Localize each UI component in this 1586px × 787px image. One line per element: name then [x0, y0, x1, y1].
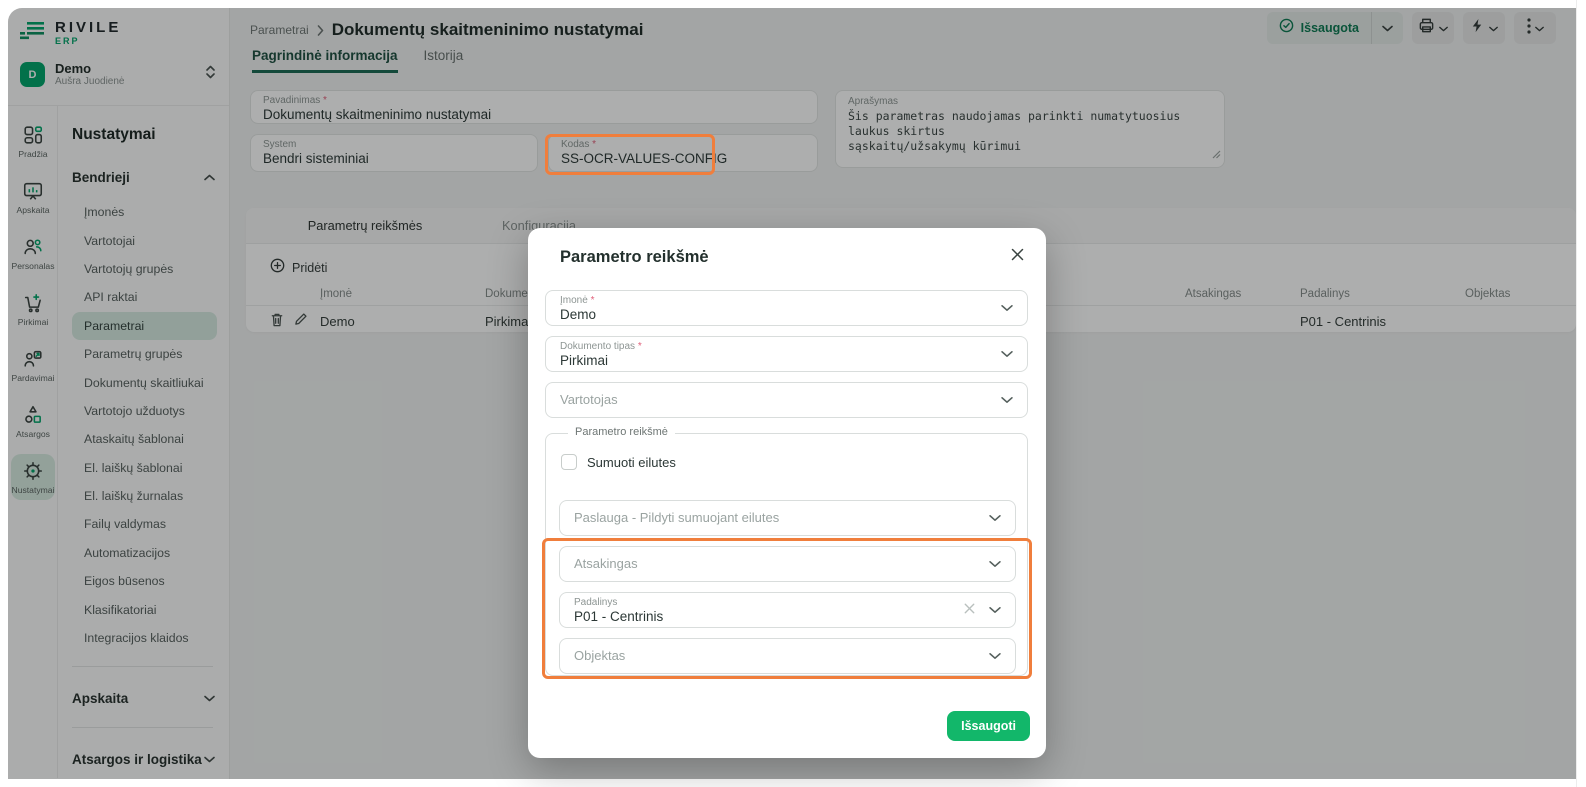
vartotojas-select[interactable]: Vartotojas — [545, 382, 1028, 418]
dokumento-tipas-select[interactable]: Dokumento tipas * Pirkimai — [545, 336, 1028, 372]
page: RIVILE ERP D Demo Aušra Juodienė — [0, 0, 1586, 787]
field-label: Dokumento tipas — [560, 341, 635, 352]
atsakingas-placeholder: Atsakingas — [574, 551, 1001, 577]
checkbox-icon — [561, 454, 577, 470]
imone-value: Demo — [560, 307, 1013, 322]
vartotojas-placeholder: Vartotojas — [560, 387, 1013, 413]
imone-select[interactable]: Įmonė * Demo — [545, 290, 1028, 326]
objektas-select[interactable]: Objektas — [559, 638, 1016, 674]
chevron-down-icon — [989, 555, 1001, 573]
group-legend: Parametro reikšmė — [568, 426, 675, 438]
atsakingas-select[interactable]: Atsakingas — [559, 546, 1016, 582]
modal-title: Parametro reikšmė — [560, 248, 709, 267]
objektas-placeholder: Objektas — [574, 643, 1001, 669]
chevron-down-icon — [1001, 345, 1013, 363]
padalinys-select[interactable]: Padalinys P01 - Centrinis — [559, 592, 1016, 628]
clear-icon[interactable] — [964, 601, 975, 619]
paslauga-select[interactable]: Paslauga - Pildyti sumuojant eilutes — [559, 500, 1016, 536]
field-label: Įmonė — [560, 295, 588, 306]
required-mark: * — [638, 341, 642, 352]
dokumento-tipas-value: Pirkimai — [560, 353, 1013, 368]
chevron-down-icon — [1001, 299, 1013, 317]
scrollbar-track[interactable] — [1576, 0, 1586, 787]
paslauga-placeholder: Paslauga - Pildyti sumuojant eilutes — [574, 505, 1001, 531]
required-mark: * — [591, 295, 595, 306]
save-button[interactable]: Išsaugoti — [947, 711, 1030, 741]
checkbox-label: Sumuoti eilutes — [587, 455, 676, 470]
padalinys-value: P01 - Centrinis — [574, 609, 1001, 624]
chevron-down-icon — [989, 647, 1001, 665]
close-icon[interactable] — [1011, 248, 1024, 266]
sumuoti-eilutes-checkbox[interactable]: Sumuoti eilutes — [561, 454, 676, 470]
save-button-label: Išsaugoti — [961, 719, 1016, 733]
chevron-down-icon — [1001, 391, 1013, 409]
chevron-down-icon — [989, 601, 1001, 619]
chevron-down-icon — [989, 509, 1001, 527]
field-label: Padalinys — [574, 597, 617, 608]
parametro-reiksme-group: Parametro reikšmė Sumuoti eilutes Paslau… — [545, 433, 1028, 676]
parameter-value-modal: Parametro reikšmė Įmonė * Demo Dokumento… — [528, 228, 1046, 758]
